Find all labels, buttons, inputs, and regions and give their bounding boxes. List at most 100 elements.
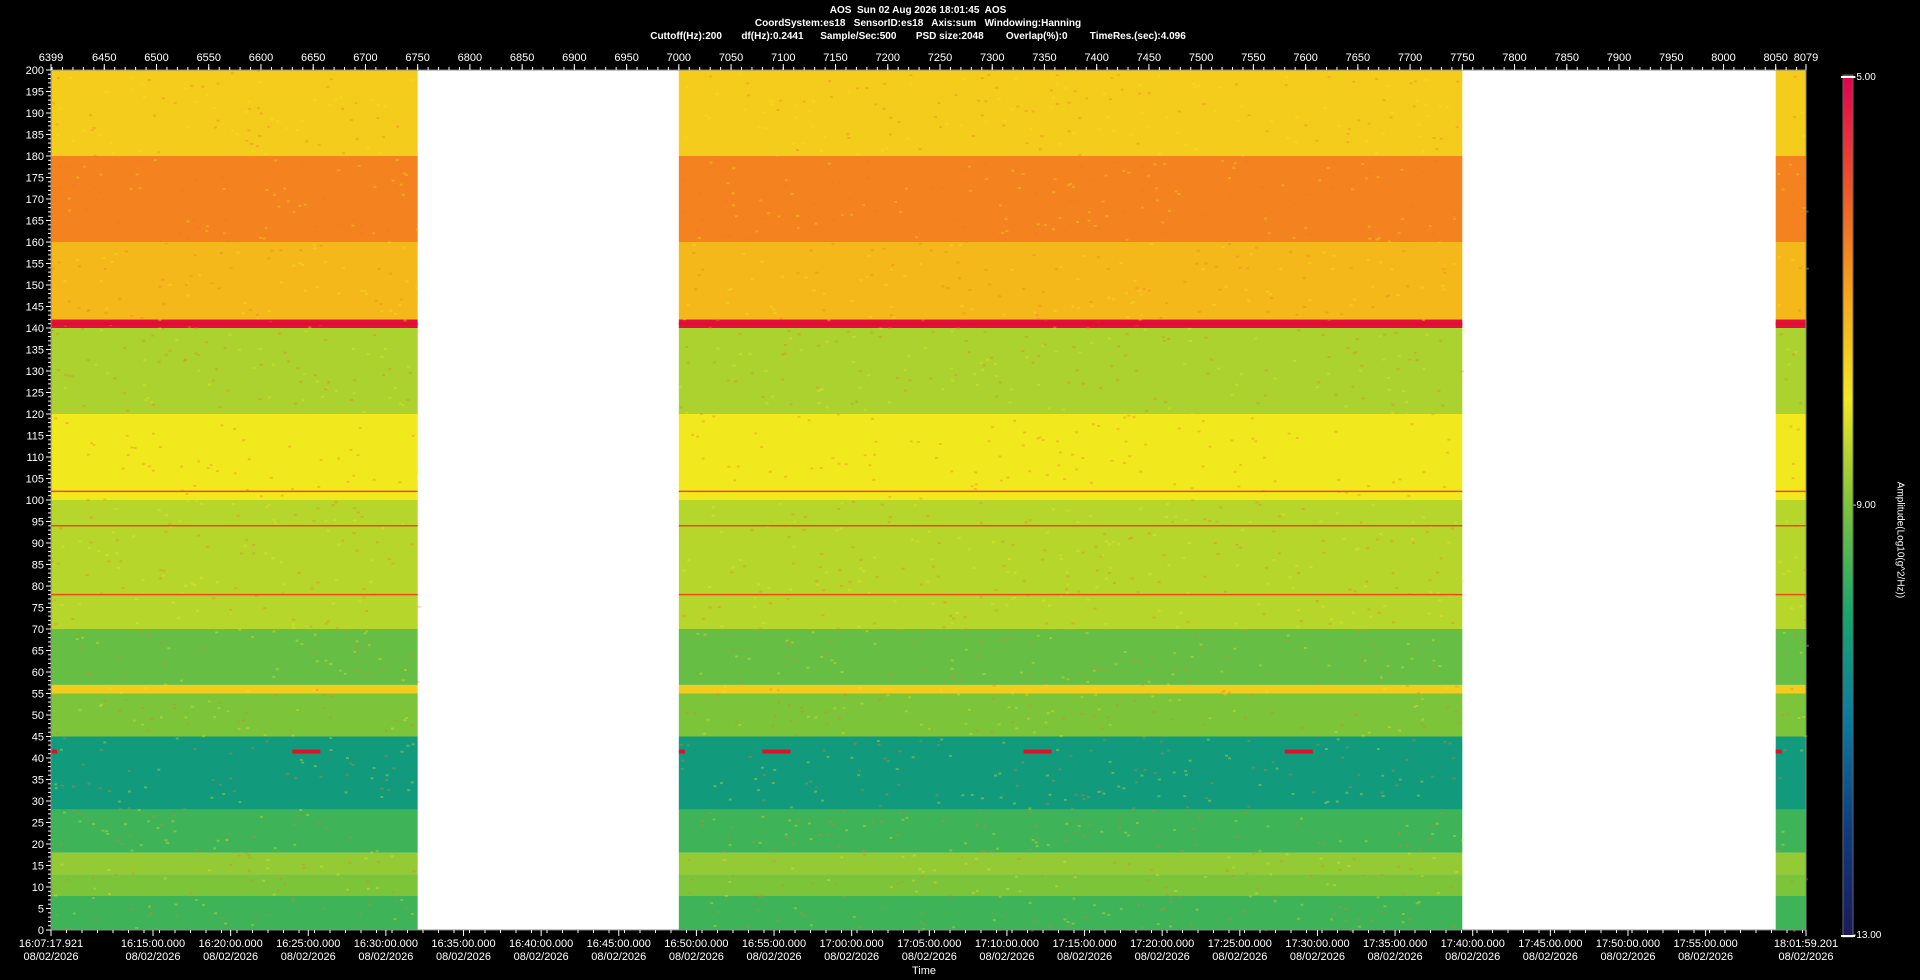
noise-speckle [1264, 768, 1268, 771]
noise-speckle [1186, 592, 1190, 595]
noise-speckle [370, 472, 374, 475]
noise-speckle [911, 756, 915, 759]
noise-speckle [1141, 189, 1145, 192]
noise-speckle [151, 815, 155, 818]
x-bottom-time-label: 16:50:00.000 [664, 938, 728, 950]
noise-speckle [212, 715, 216, 718]
noise-speckle [950, 667, 954, 670]
noise-speckle [997, 237, 1001, 240]
noise-speckle [1416, 99, 1420, 102]
noise-speckle [393, 312, 397, 315]
noise-speckle [783, 344, 787, 347]
noise-speckle [839, 527, 843, 530]
noise-speckle [1346, 132, 1350, 135]
noise-speckle [242, 439, 246, 442]
noise-speckle [1269, 873, 1273, 876]
noise-speckle [976, 890, 980, 893]
noise-speckle [941, 285, 945, 288]
noise-speckle [873, 622, 877, 625]
noise-speckle [1138, 289, 1142, 292]
noise-speckle [837, 845, 841, 848]
noise-speckle [1029, 848, 1033, 851]
noise-speckle [1143, 768, 1147, 771]
noise-speckle [853, 742, 857, 745]
noise-speckle [1454, 710, 1458, 713]
noise-speckle [1269, 210, 1273, 213]
noise-speckle [905, 816, 909, 819]
x-bottom-date-label: 08/02/2026 [1778, 951, 1833, 963]
noise-speckle [1029, 811, 1033, 814]
noise-speckle [964, 648, 968, 651]
noise-speckle [1087, 219, 1091, 222]
noise-speckle [780, 378, 784, 381]
noise-speckle [315, 660, 319, 663]
noise-speckle [1266, 311, 1270, 314]
noise-speckle [207, 869, 211, 872]
noise-speckle [186, 294, 190, 297]
noise-speckle [81, 763, 85, 766]
noise-speckle [1266, 862, 1270, 865]
noise-speckle [196, 654, 200, 657]
x-top-tick-label: 7050 [719, 52, 743, 64]
noise-speckle [1092, 669, 1096, 672]
noise-speckle [793, 520, 797, 523]
noise-speckle [810, 924, 814, 927]
noise-speckle [1040, 135, 1044, 138]
noise-speckle [950, 367, 954, 370]
noise-speckle [822, 309, 826, 312]
noise-speckle [1108, 723, 1112, 726]
noise-speckle [1123, 210, 1127, 213]
noise-speckle [82, 219, 86, 222]
noise-speckle [1228, 242, 1232, 245]
noise-speckle [760, 260, 764, 263]
noise-speckle [269, 476, 273, 479]
noise-speckle [708, 606, 712, 609]
noise-speckle [274, 159, 278, 162]
noise-speckle [991, 541, 995, 544]
noise-speckle [994, 589, 998, 592]
noise-speckle [971, 892, 975, 895]
noise-speckle [806, 715, 810, 718]
noise-speckle [1796, 428, 1800, 431]
noise-speckle [938, 126, 942, 129]
noise-speckle [814, 790, 818, 793]
noise-speckle [1029, 128, 1033, 131]
noise-speckle [1418, 135, 1422, 138]
noise-speckle [970, 793, 974, 796]
noise-speckle [706, 718, 710, 721]
noise-speckle [1131, 301, 1135, 304]
noise-speckle [766, 480, 770, 483]
noise-speckle [1072, 346, 1076, 349]
noise-speckle [237, 727, 241, 730]
noise-speckle [1395, 586, 1399, 589]
noise-speckle [1392, 621, 1396, 624]
noise-speckle [319, 775, 323, 778]
noise-speckle [380, 787, 384, 790]
noise-speckle [1010, 597, 1014, 600]
x-bottom-time-label: 17:15:00.000 [1052, 938, 1116, 950]
noise-speckle [850, 213, 854, 216]
noise-speckle [807, 419, 811, 422]
noise-speckle [784, 475, 788, 478]
noise-speckle [1791, 203, 1795, 206]
noise-speckle [987, 74, 991, 77]
noise-speckle [878, 327, 882, 330]
noise-speckle [1272, 530, 1276, 533]
noise-speckle [337, 169, 341, 172]
noise-speckle [1284, 75, 1288, 78]
noise-speckle [1227, 856, 1231, 859]
noise-speckle [822, 749, 826, 752]
x-bottom-time-label: 17:30:00.000 [1285, 938, 1349, 950]
noise-speckle [818, 566, 822, 569]
noise-speckle [731, 875, 735, 878]
noise-speckle [235, 470, 239, 473]
noise-speckle [739, 353, 743, 356]
noise-speckle [728, 798, 732, 801]
noise-speckle [1134, 369, 1138, 372]
noise-speckle [323, 694, 327, 697]
noise-speckle [1052, 228, 1056, 231]
noise-speckle [107, 869, 111, 872]
noise-speckle [211, 779, 215, 782]
noise-speckle [118, 298, 122, 301]
noise-speckle [1006, 571, 1010, 574]
